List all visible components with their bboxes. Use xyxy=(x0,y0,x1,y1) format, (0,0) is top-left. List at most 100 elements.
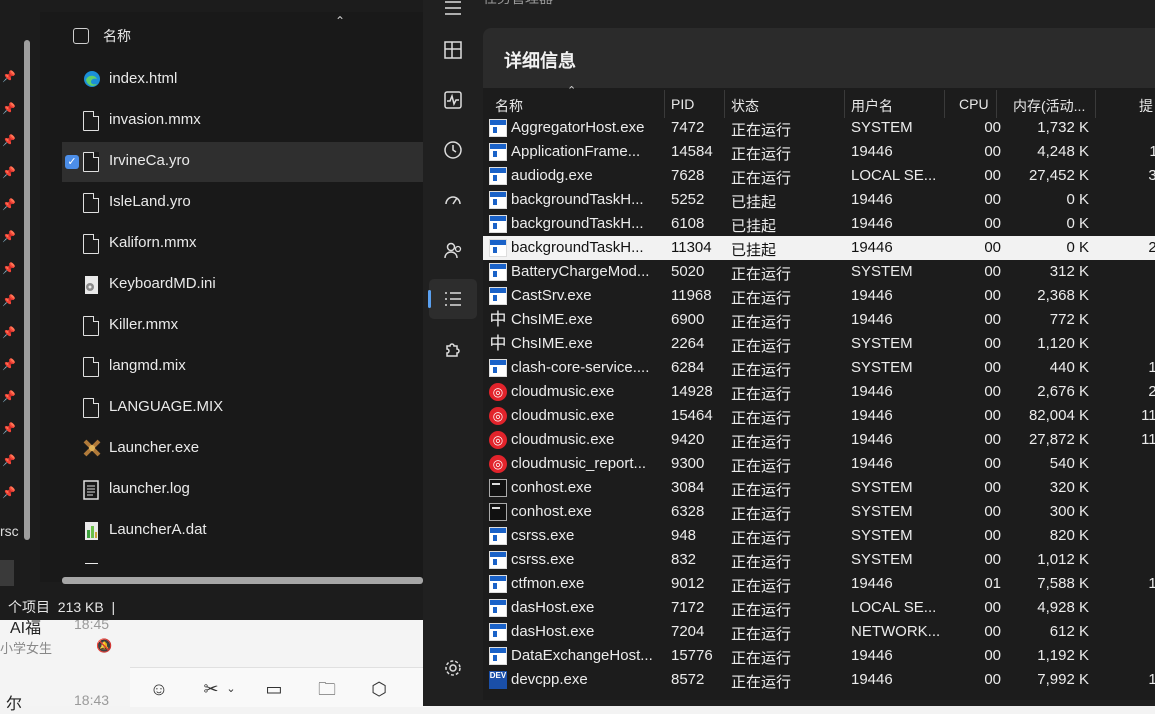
pin-icon[interactable]: 📌 xyxy=(2,486,16,499)
settings-button[interactable] xyxy=(443,658,463,683)
pin-icon[interactable]: 📌 xyxy=(2,262,16,275)
nav-item-label[interactable]: rsc xyxy=(0,523,19,539)
pin-icon[interactable]: 📌 xyxy=(2,294,16,307)
process-row[interactable]: audiodg.exe 7628 正在运行 LOCAL SE... 00 27,452 K… xyxy=(483,164,1155,188)
process-row[interactable]: backgroundTaskH... 11304 已挂起 19446 00 0 K 22 xyxy=(483,236,1155,260)
process-row[interactable]: BatteryChargeMod... 5020 正在运行 SYSTEM 00 312 K… xyxy=(483,260,1155,284)
pin-icon[interactable]: 📌 xyxy=(2,230,16,243)
app-window-icon xyxy=(489,191,507,209)
file-row[interactable]: LANGUAGE.MIX xyxy=(62,388,423,428)
pin-icon[interactable]: 📌 xyxy=(2,454,16,467)
process-row[interactable]: dasHost.exe 7172 正在运行 LOCAL SE... 00 4,928 K 6 xyxy=(483,596,1155,620)
process-row[interactable]: 中ChsIME.exe 2264 正在运行 SYSTEM 00 1,120 K 1 xyxy=(483,332,1155,356)
process-cpu: 00 xyxy=(984,119,1001,136)
process-status: 正在运行 xyxy=(731,362,792,379)
pin-icon[interactable]: 📌 xyxy=(2,166,16,179)
file-row[interactable]: LauncherA.dat xyxy=(62,511,423,551)
nav-processes[interactable] xyxy=(429,30,477,70)
horizontal-scrollbar[interactable] xyxy=(62,577,423,584)
column-divider[interactable] xyxy=(1095,90,1096,118)
file-row[interactable]: langmd.mix xyxy=(62,347,423,387)
scissors-icon[interactable]: ✂ xyxy=(200,678,222,700)
process-row[interactable]: ApplicationFrame... 14584 正在运行 19446 00 4,248… xyxy=(483,140,1155,164)
pin-icon[interactable]: 📌 xyxy=(2,198,16,211)
pin-icon[interactable]: 📌 xyxy=(2,390,16,403)
row-checkbox[interactable]: ✓ xyxy=(65,155,79,169)
file-row[interactable]: invasion.mmx xyxy=(62,101,423,141)
nav-details[interactable] xyxy=(429,279,477,319)
process-mem: 312 K xyxy=(1049,263,1089,280)
process-row[interactable]: clash-core-service.... 6284 正在运行 SYSTEM 00 44… xyxy=(483,356,1155,380)
column-header-name[interactable]: 名称 xyxy=(495,96,523,116)
column-header-user[interactable]: 用户名 xyxy=(851,96,893,116)
nav-startup[interactable] xyxy=(429,180,477,220)
hamburger-menu-button[interactable] xyxy=(429,0,477,28)
process-row[interactable]: csrss.exe 948 正在运行 SYSTEM 00 820 K 2 xyxy=(483,524,1155,548)
process-row[interactable]: DataExchangeHost... 15776 正在运行 19446 00 1,192… xyxy=(483,644,1155,668)
pin-icon[interactable]: 📌 xyxy=(2,422,16,435)
chevron-down-icon[interactable]: ⌄ xyxy=(220,678,242,700)
column-header-pid[interactable]: PID xyxy=(671,96,694,112)
ime-icon: 中 xyxy=(489,310,507,330)
nav-scrollbar[interactable] xyxy=(24,40,30,540)
emoji-icon[interactable]: ☺ xyxy=(148,678,170,700)
chat-title[interactable]: 尔 xyxy=(6,690,22,714)
file-row[interactable]: launcher.log xyxy=(62,470,423,510)
box-icon[interactable]: ⬡ xyxy=(368,678,390,700)
process-row[interactable]: AggregatorHost.exe 7472 正在运行 SYSTEM 00 1,732 … xyxy=(483,116,1155,140)
process-row[interactable]: ◎ cloudmusic.exe 9420 正在运行 19446 00 27,872 K 11… xyxy=(483,428,1155,452)
process-row[interactable]: ◎ cloudmusic_report... 9300 正在运行 19446 00 540 … xyxy=(483,452,1155,476)
process-row[interactable]: ctfmon.exe 9012 正在运行 19446 01 7,588 K 14 xyxy=(483,572,1155,596)
image-icon[interactable]: ▭ xyxy=(263,678,285,700)
process-row[interactable]: backgroundTaskH... 5252 已挂起 19446 00 0 K 3 xyxy=(483,188,1155,212)
process-row[interactable]: conhost.exe 6328 正在运行 SYSTEM 00 300 K 5 xyxy=(483,500,1155,524)
process-tail: 27 xyxy=(1148,383,1155,400)
column-divider[interactable] xyxy=(844,90,845,118)
column-header-cpu[interactable]: CPU xyxy=(959,96,989,112)
process-row[interactable]: ◎ cloudmusic.exe 15464 正在运行 19446 00 82,004 K 1… xyxy=(483,404,1155,428)
file-row[interactable]: index.html xyxy=(62,60,423,100)
process-mem: 440 K xyxy=(1049,359,1089,376)
process-row[interactable]: DEVdevcpp.exe 8572 正在运行 19446 00 7,992 K 15 xyxy=(483,668,1155,692)
nav-users[interactable] xyxy=(429,230,477,270)
column-header-memory[interactable]: 内存(活动... xyxy=(1013,96,1085,116)
file-row[interactable]: IsleLand.yro xyxy=(62,183,423,223)
nav-services[interactable] xyxy=(429,330,477,370)
column-divider[interactable] xyxy=(996,90,997,118)
column-divider[interactable] xyxy=(724,90,725,118)
pin-icon[interactable]: 📌 xyxy=(2,326,16,339)
select-all-checkbox[interactable] xyxy=(73,28,89,44)
process-row[interactable]: ◎cloudmusic.exe 14928 正在运行 19446 00 2,676 K 27 xyxy=(483,380,1155,404)
file-row[interactable]: KeyboardMD.ini xyxy=(62,265,423,305)
column-header-commit[interactable]: 提 xyxy=(1139,96,1153,116)
process-user: 19446 xyxy=(851,407,893,424)
process-row[interactable]: csrss.exe 832 正在运行 SYSTEM 00 1,012 K 3 xyxy=(483,548,1155,572)
process-name: AggregatorHost.exe xyxy=(511,119,645,136)
name-column-header[interactable]: 名称 xyxy=(103,26,131,46)
app-window-icon xyxy=(489,359,507,377)
folder-icon[interactable]: 🗀 xyxy=(316,678,338,700)
file-row[interactable]: LauncherB.dat xyxy=(62,552,423,564)
pin-icon[interactable]: 📌 xyxy=(2,134,16,147)
file-row[interactable]: Kaliforn.mmx xyxy=(62,224,423,264)
pin-icon[interactable]: 📌 xyxy=(2,70,16,83)
process-row[interactable]: dasHost.exe 7204 正在运行 NETWORK... 00 612 K 1 xyxy=(483,620,1155,644)
nav-performance[interactable] xyxy=(429,80,477,120)
file-row[interactable]: ✓ IrvineCa.yro xyxy=(62,142,423,182)
process-user: 19446 xyxy=(851,311,893,328)
process-mem: 612 K xyxy=(1049,623,1089,640)
file-row[interactable]: Launcher.exe xyxy=(62,429,423,469)
pin-icon[interactable]: 📌 xyxy=(2,358,16,371)
nav-app-history[interactable] xyxy=(429,130,477,170)
process-row[interactable]: CastSrv.exe 11968 正在运行 19446 00 2,368 K 4 xyxy=(483,284,1155,308)
process-row[interactable]: backgroundTaskH... 6108 已挂起 19446 00 0 K 2 xyxy=(483,212,1155,236)
pin-icon[interactable]: 📌 xyxy=(2,102,16,115)
column-divider[interactable] xyxy=(664,90,665,118)
process-row[interactable]: conhost.exe 3084 正在运行 SYSTEM 00 320 K 5 xyxy=(483,476,1155,500)
process-user: 19446 xyxy=(851,431,893,448)
process-row[interactable]: 中ChsIME.exe 6900 正在运行 19446 00 772 K 1 xyxy=(483,308,1155,332)
file-row[interactable]: Killer.mmx xyxy=(62,306,423,346)
column-divider[interactable] xyxy=(944,90,945,118)
column-header-status[interactable]: 状态 xyxy=(731,96,759,116)
process-status: 正在运行 xyxy=(731,530,792,547)
